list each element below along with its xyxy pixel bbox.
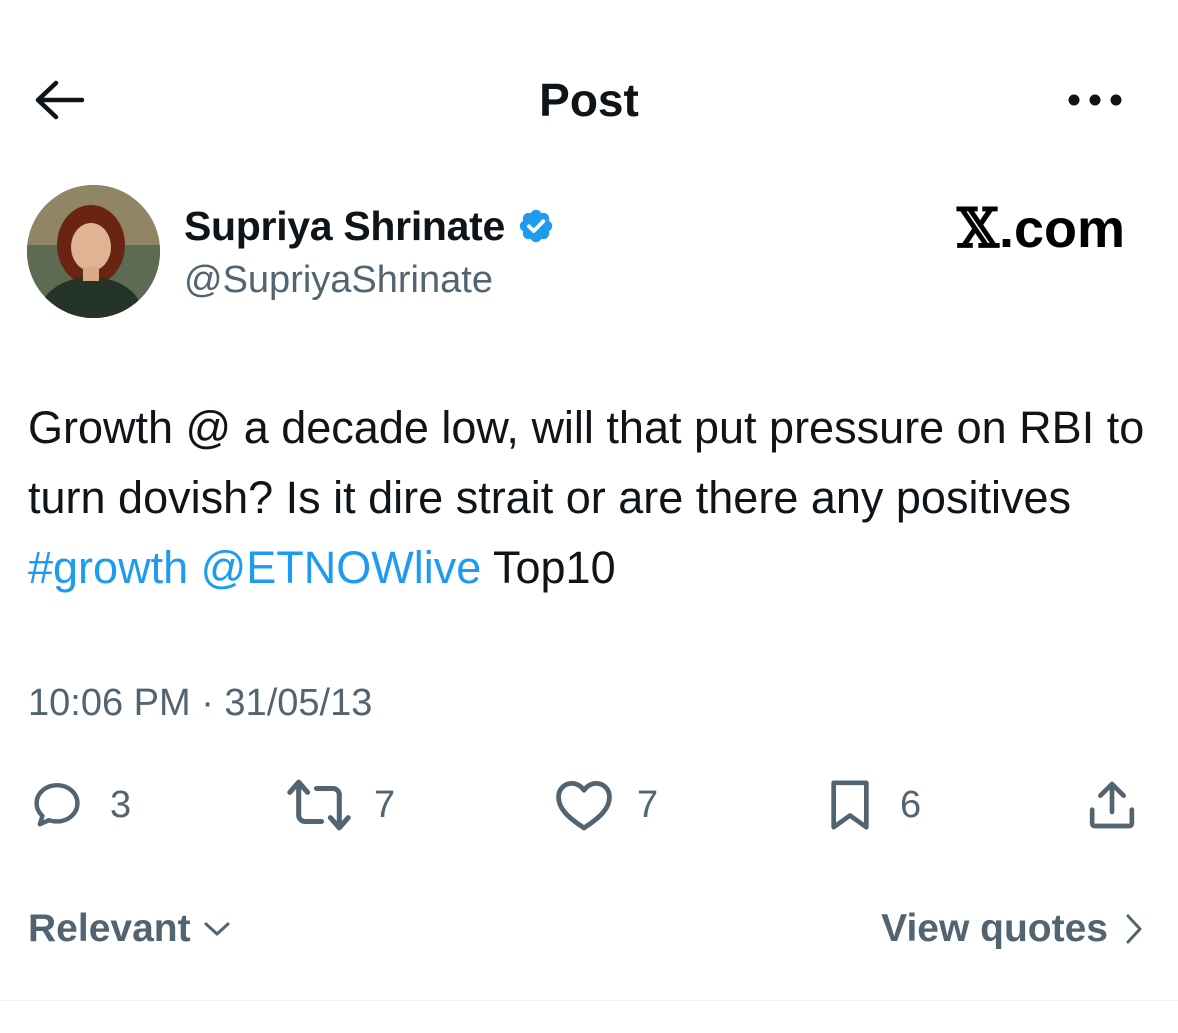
mention-link[interactable]: @ETNOWlive — [201, 542, 482, 593]
author-name[interactable]: Supriya Shrinate — [184, 200, 555, 252]
like-count: 7 — [637, 783, 659, 826]
page-title: Post — [539, 74, 639, 126]
more-options-button[interactable] — [1060, 72, 1130, 128]
share-button[interactable] — [1082, 775, 1142, 835]
reply-count: 3 — [110, 783, 132, 826]
post-body-text: Growth @ a decade low, will that put pre… — [28, 402, 1145, 523]
chevron-down-icon — [204, 922, 230, 936]
view-quotes-link[interactable]: View quotes — [881, 903, 1144, 955]
sort-replies-dropdown[interactable]: Relevant — [28, 903, 231, 955]
back-button[interactable] — [28, 70, 92, 130]
reply-icon — [34, 782, 80, 827]
author-handle[interactable]: @SupriyaShrinate — [184, 255, 493, 305]
avatar-image — [27, 185, 160, 318]
bookmark-count: 6 — [900, 783, 922, 826]
post-space — [188, 542, 201, 593]
verified-badge-icon — [519, 209, 553, 243]
more-horizontal-icon — [1068, 94, 1122, 106]
arrow-left-icon — [35, 80, 85, 120]
sort-label: Relevant — [28, 907, 191, 950]
reply-button[interactable]: 3 — [26, 775, 131, 835]
chevron-right-icon — [1126, 914, 1142, 944]
view-quotes-label: View quotes — [881, 907, 1108, 950]
x-com-watermark: 𝕏.com — [900, 196, 1125, 261]
author-name-text: Supriya Shrinate — [184, 202, 506, 249]
watermark-domain: .com — [998, 199, 1125, 259]
post-tail-text: Top10 — [481, 542, 616, 593]
repost-button[interactable]: 7 — [286, 775, 395, 835]
hashtag-link[interactable]: #growth — [28, 542, 188, 593]
avatar[interactable] — [27, 185, 160, 318]
post-text: Growth @ a decade low, will that put pre… — [28, 393, 1153, 603]
x-logo-icon: 𝕏 — [957, 196, 999, 260]
like-button[interactable]: 7 — [553, 775, 658, 835]
bookmark-button[interactable]: 6 — [822, 775, 921, 835]
divider — [0, 1000, 1178, 1001]
bookmark-icon — [831, 780, 869, 830]
heart-icon — [556, 780, 612, 831]
repost-count: 7 — [374, 783, 396, 826]
repost-icon — [287, 779, 351, 831]
share-icon — [1089, 781, 1135, 829]
post-timestamp[interactable]: 10:06 PM · 31/05/13 — [28, 678, 372, 728]
